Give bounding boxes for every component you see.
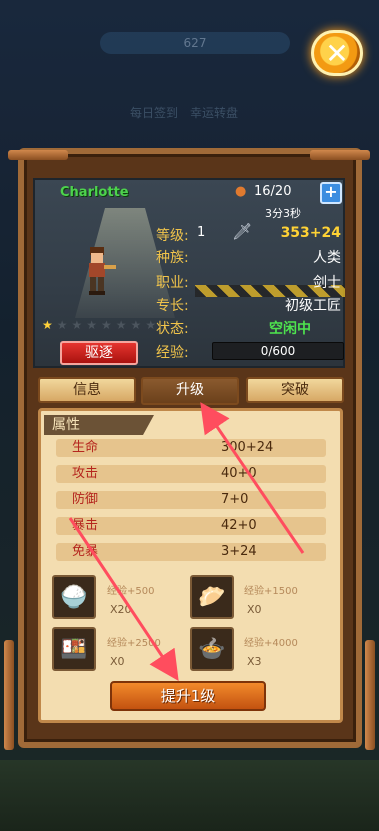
hotpot-icon: 🍲: [198, 636, 226, 662]
attribute-value: 40+0: [221, 466, 257, 481]
attribute-row: 暴击 42+0: [56, 517, 326, 535]
hero-sprite: [89, 247, 116, 295]
race-label: 种族:: [156, 250, 189, 266]
star-filled-icon: ★: [42, 318, 57, 332]
item-exp: 经验+1500: [244, 586, 298, 597]
rice-bowl-icon: 🍚: [60, 584, 88, 610]
status-label: 状态:: [156, 321, 189, 337]
attribute-name: 攻击: [72, 466, 99, 481]
level-label: 等级:: [156, 228, 189, 244]
power-value: 353+24: [280, 225, 341, 241]
character-name: Charlotte: [60, 185, 129, 200]
status-value: 空闲中: [269, 321, 311, 337]
exp-item-dumpling[interactable]: 🥟: [190, 575, 234, 619]
job-label: 职业:: [156, 275, 189, 291]
sword-power-icon: 🗡: [232, 222, 253, 241]
item-exp: 经验+500: [107, 586, 155, 597]
race-value: 人类: [313, 250, 341, 266]
attribute-value: 3+24: [221, 544, 257, 559]
exp-item-rice-bowl[interactable]: 🍚: [52, 575, 96, 619]
lucky-wheel-label: 幸运转盘: [190, 106, 239, 120]
meat-stamina-icon: ●: [235, 184, 247, 199]
job-value: 剑士: [313, 275, 341, 291]
tab-upgrade[interactable]: 升级: [141, 377, 239, 405]
specialty-label: 专长:: [156, 298, 189, 314]
pipe-decoration: [4, 640, 14, 750]
stamina-timer: 3分3秒: [265, 207, 301, 220]
daily-signin-label: 每日签到: [130, 106, 179, 120]
exp-item-hotpot[interactable]: 🍲: [190, 627, 234, 671]
attribute-name: 免暴: [72, 544, 99, 559]
level-value: 1: [197, 225, 206, 240]
item-exp: 经验+2500: [107, 638, 161, 649]
pipe-decoration: [310, 150, 370, 160]
attribute-value: 42+0: [221, 518, 257, 533]
tab-info[interactable]: 信息: [38, 377, 136, 403]
expel-button[interactable]: 驱逐: [60, 341, 138, 365]
plus-icon: +: [324, 182, 338, 201]
attribute-row: 免暴 3+24: [56, 543, 326, 561]
dumpling-icon: 🥟: [198, 584, 226, 610]
top-resource-bar: 627: [100, 32, 290, 54]
exp-label: 经验:: [156, 345, 189, 361]
pipe-decoration: [365, 640, 375, 750]
item-exp: 经验+4000: [244, 638, 298, 649]
exp-bar: 0/600: [212, 342, 344, 360]
pipe-decoration: [8, 150, 68, 160]
item-quantity: X3: [247, 655, 262, 668]
attribute-row: 生命 300+24: [56, 439, 326, 457]
item-quantity: X0: [110, 655, 125, 668]
attribute-row: 防御 7+0: [56, 491, 326, 509]
attribute-name: 暴击: [72, 518, 99, 533]
star-empty-icon: ★★★★★★★: [56, 318, 161, 332]
attribute-name: 防御: [72, 492, 99, 507]
level-up-button[interactable]: 提升1级: [110, 681, 266, 711]
item-quantity: X20: [110, 603, 132, 616]
specialty-value: 初级工匠: [285, 298, 341, 314]
dish-icon: 🍱: [60, 636, 88, 662]
bottom-bar-background: [0, 760, 379, 831]
attribute-row: 攻击 40+0: [56, 465, 326, 483]
add-stamina-button[interactable]: +: [320, 182, 342, 204]
attribute-value: 7+0: [221, 492, 249, 507]
close-button[interactable]: ✕: [311, 30, 363, 76]
tab-breakthrough[interactable]: 突破: [246, 377, 344, 403]
item-quantity: X0: [247, 603, 262, 616]
stamina-counter: 16/20: [254, 184, 292, 199]
exp-item-dish[interactable]: 🍱: [52, 627, 96, 671]
attribute-value: 300+24: [221, 440, 274, 455]
attributes-header: 属性: [44, 415, 154, 435]
star-rating: ★★★★★★★★: [42, 318, 160, 332]
attribute-name: 生命: [72, 440, 99, 455]
close-x-icon: ✕: [325, 36, 349, 70]
